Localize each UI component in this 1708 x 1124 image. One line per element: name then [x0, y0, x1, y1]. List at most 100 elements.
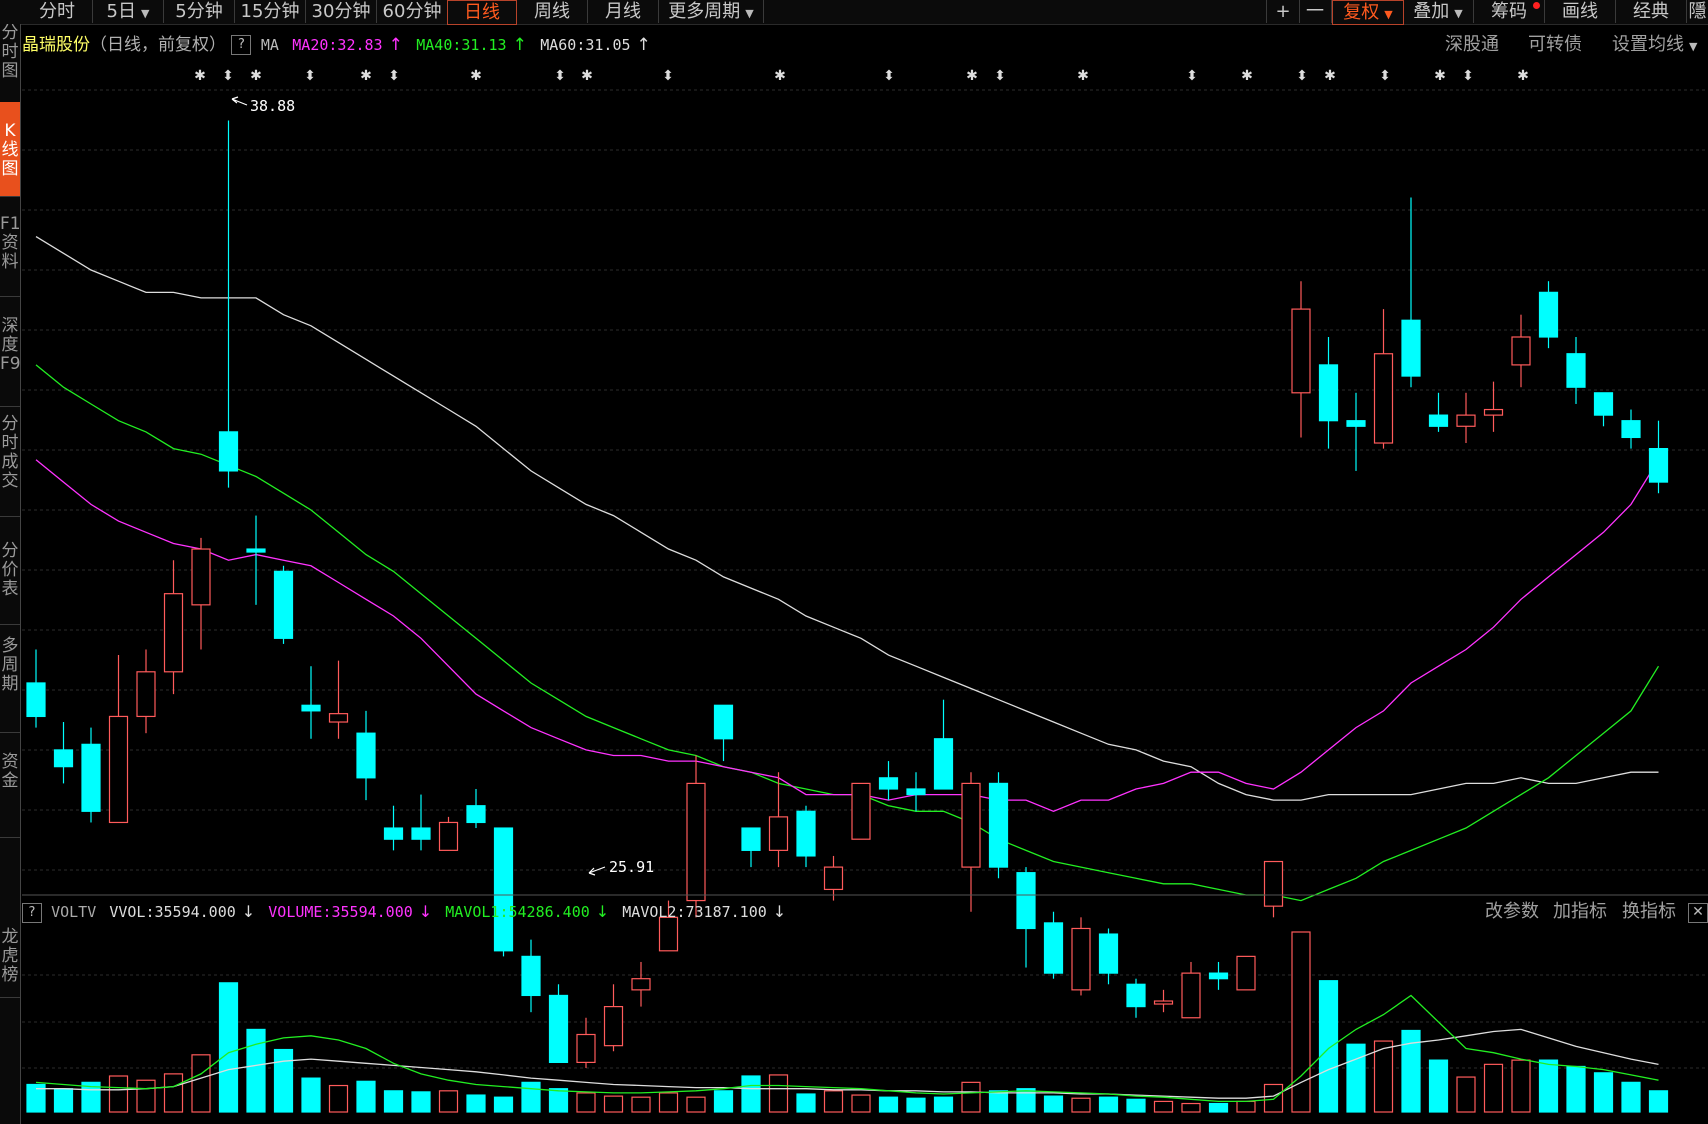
- chips-button[interactable]: 筹码: [1474, 0, 1545, 23]
- event-marker-star[interactable]: ✱: [360, 68, 372, 84]
- volume-bar[interactable]: [218, 982, 239, 1113]
- candle[interactable]: [933, 699, 954, 790]
- volume-bar[interactable]: [1208, 1102, 1229, 1113]
- help-icon[interactable]: ?: [22, 902, 42, 923]
- candle[interactable]: [383, 805, 404, 851]
- candle[interactable]: [1291, 281, 1311, 438]
- candle[interactable]: [1456, 392, 1476, 444]
- event-marker-up-down[interactable]: ⬍: [554, 68, 566, 84]
- volume-bar[interactable]: [1373, 1040, 1394, 1113]
- sidebar-item-trades[interactable]: 分时成交: [0, 407, 20, 517]
- volume-bar[interactable]: [273, 1048, 294, 1113]
- candle[interactable]: [136, 649, 156, 734]
- event-marker-up-down[interactable]: ⬍: [222, 68, 234, 84]
- candle[interactable]: [631, 961, 651, 1007]
- candle[interactable]: [961, 772, 981, 912]
- volume-bar[interactable]: [961, 1081, 981, 1113]
- convertible-bond-link[interactable]: 可转债: [1528, 33, 1582, 57]
- candle[interactable]: [686, 755, 706, 918]
- candle[interactable]: [1373, 309, 1394, 449]
- candle[interactable]: [988, 772, 1009, 879]
- event-marker-up-down[interactable]: ⬍: [1462, 68, 1474, 84]
- candle[interactable]: [53, 722, 74, 784]
- tab-5day[interactable]: 5日 ▼: [93, 0, 164, 23]
- volume-bar[interactable]: [988, 1090, 1009, 1113]
- candle[interactable]: [273, 565, 294, 644]
- candle[interactable]: [1511, 314, 1531, 388]
- close-icon[interactable]: ✕: [1688, 903, 1708, 923]
- candle[interactable]: [1016, 867, 1036, 968]
- candle[interactable]: [218, 120, 239, 488]
- overlay-dropdown[interactable]: 叠加 ▼: [1403, 0, 1474, 23]
- candle[interactable]: [493, 827, 514, 957]
- event-marker-up-down[interactable]: ⬍: [1186, 68, 1198, 84]
- volume-bar[interactable]: [1483, 1063, 1504, 1113]
- candle[interactable]: [1098, 928, 1119, 985]
- volume-bar[interactable]: [301, 1077, 321, 1113]
- volume-bar[interactable]: [521, 1081, 541, 1113]
- event-marker-up-down[interactable]: ⬍: [304, 68, 316, 84]
- candle[interactable]: [548, 984, 569, 1064]
- candle[interactable]: [328, 660, 349, 739]
- candles[interactable]: [26, 120, 1669, 1068]
- zoom-out-button[interactable]: 一: [1299, 0, 1332, 23]
- volume-bar[interactable]: [548, 1088, 569, 1113]
- set-ma-dropdown[interactable]: 设置均线 ▼: [1612, 33, 1697, 57]
- event-marker-star[interactable]: ✱: [194, 68, 206, 84]
- volume-bar[interactable]: [796, 1093, 816, 1113]
- candle[interactable]: [1126, 978, 1146, 1018]
- kline-chart[interactable]: ✱ ⬍ ✱ ⬍ ✱ ⬍ ✱ ⬍ ✱ ⬍ ✱ ⬍ ✱ ⬍ ✱ ⬍ ✱ ⬍ ✱ ⬍ ✱ ⬍ ✱ 38.88 25.91: [0, 0, 1708, 1124]
- volume-bar[interactable]: [1566, 1065, 1586, 1113]
- volume-bar[interactable]: [1621, 1081, 1641, 1113]
- volume-bar[interactable]: [1428, 1059, 1449, 1113]
- tab-weekly[interactable]: 周线: [517, 0, 588, 23]
- candle[interactable]: [1428, 392, 1449, 432]
- volume-bar[interactable]: [136, 1079, 156, 1113]
- volume-bar[interactable]: [576, 1092, 596, 1113]
- hide-button[interactable]: 隱: [1687, 0, 1708, 23]
- candle[interactable]: [878, 761, 899, 801]
- sidebar-item-multi-period[interactable]: 多周期: [0, 625, 20, 733]
- candle[interactable]: [191, 537, 211, 650]
- volume-bar[interactable]: [1071, 1097, 1091, 1113]
- candle[interactable]: [1043, 911, 1064, 979]
- candle[interactable]: [1401, 197, 1421, 388]
- tab-5min[interactable]: 5分钟: [164, 0, 235, 23]
- sidebar-item-dragon-tiger[interactable]: 龙虎榜: [0, 838, 20, 998]
- adjust-rights-dropdown[interactable]: 复权 ▼: [1332, 0, 1404, 25]
- volume-bar[interactable]: [1346, 1043, 1366, 1113]
- classic-button[interactable]: 经典: [1616, 0, 1687, 23]
- volume-bar[interactable]: [1456, 1076, 1476, 1113]
- volume-bar[interactable]: [603, 1095, 624, 1113]
- volume-bar[interactable]: [1511, 1059, 1531, 1113]
- event-markers[interactable]: ✱ ⬍ ✱ ⬍ ✱ ⬍ ✱ ⬍ ✱ ⬍ ✱ ⬍ ✱ ⬍ ✱ ⬍ ✱ ⬍ ✱ ⬍ ✱ ⬍ ✱: [194, 68, 1529, 84]
- candle[interactable]: [163, 560, 184, 695]
- event-marker-up-down[interactable]: ⬍: [994, 68, 1006, 84]
- volume-bar[interactable]: [658, 1092, 679, 1113]
- volume-bar[interactable]: [493, 1096, 514, 1113]
- volume-bar[interactable]: [1648, 1090, 1669, 1113]
- event-marker-star[interactable]: ✱: [774, 68, 786, 84]
- draw-line-button[interactable]: 画线: [1545, 0, 1616, 23]
- event-marker-up-down[interactable]: ⬍: [1379, 68, 1391, 84]
- add-indicator-link[interactable]: 加指标: [1553, 900, 1607, 924]
- event-marker-up-down[interactable]: ⬍: [388, 68, 400, 84]
- volume-bar[interactable]: [1126, 1098, 1146, 1113]
- event-marker-star[interactable]: ✱: [250, 68, 262, 84]
- candle[interactable]: [741, 827, 761, 868]
- sidebar-item-capital[interactable]: 资金: [0, 733, 20, 838]
- tab-monthly[interactable]: 月线: [588, 0, 659, 23]
- zoom-in-button[interactable]: +: [1266, 0, 1300, 23]
- volume-bar[interactable]: [1263, 1083, 1284, 1113]
- candle[interactable]: [411, 794, 431, 851]
- tab-more-periods[interactable]: 更多周期 ▼: [659, 0, 764, 23]
- volume-bar[interactable]: [328, 1084, 349, 1113]
- candle[interactable]: [1318, 337, 1339, 449]
- event-marker-up-down[interactable]: ⬍: [883, 68, 895, 84]
- candle[interactable]: [1236, 955, 1256, 991]
- change-params-link[interactable]: 改参数: [1485, 900, 1539, 924]
- candle[interactable]: [1346, 392, 1366, 471]
- candle[interactable]: [466, 788, 486, 829]
- volume-bar[interactable]: [356, 1080, 376, 1113]
- volume-bar[interactable]: [823, 1090, 844, 1113]
